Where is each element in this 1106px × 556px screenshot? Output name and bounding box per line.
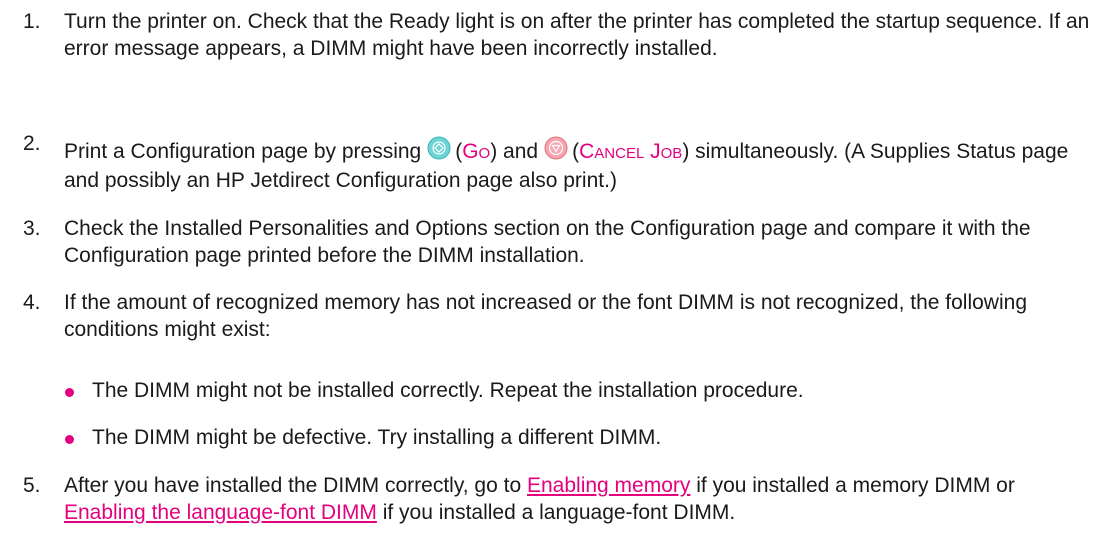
step-text: After you have installed the DIMM correc…: [64, 474, 1015, 524]
step-number: 3.: [23, 217, 41, 240]
step-text: Turn the printer on. Check that the Read…: [64, 10, 1090, 60]
bullet-dot: [65, 388, 74, 397]
bullet-text: The DIMM might not be installed correctl…: [92, 379, 804, 402]
link-enabling-language-font-dimm[interactable]: Enabling the language-font DIMM: [64, 501, 377, 524]
step-number: 1.: [23, 10, 41, 33]
bullet-text: The DIMM might be defective. Try install…: [92, 426, 662, 449]
step-text-part: Print a Configuration page by pressing: [64, 140, 422, 163]
document-page: 1. Turn the printer on. Check that the R…: [0, 0, 1106, 556]
step-number: 5.: [23, 474, 41, 497]
go-button-icon: [427, 136, 451, 167]
bullet-dot: [65, 435, 74, 444]
cancel-job-button-icon: [544, 136, 568, 167]
step-text: If the amount of recognized memory has n…: [64, 291, 1027, 341]
go-key-label: Go: [462, 140, 491, 163]
link-enabling-memory[interactable]: Enabling memory: [527, 474, 690, 497]
step-text: Print a Configuration page by pressing (G…: [64, 136, 1090, 194]
cancel-job-key-label: Cancel Job: [579, 140, 683, 163]
step-number: 4.: [23, 291, 41, 314]
step-text: Check the Installed Personalities and Op…: [64, 217, 1031, 267]
step-number: 2.: [23, 132, 41, 155]
